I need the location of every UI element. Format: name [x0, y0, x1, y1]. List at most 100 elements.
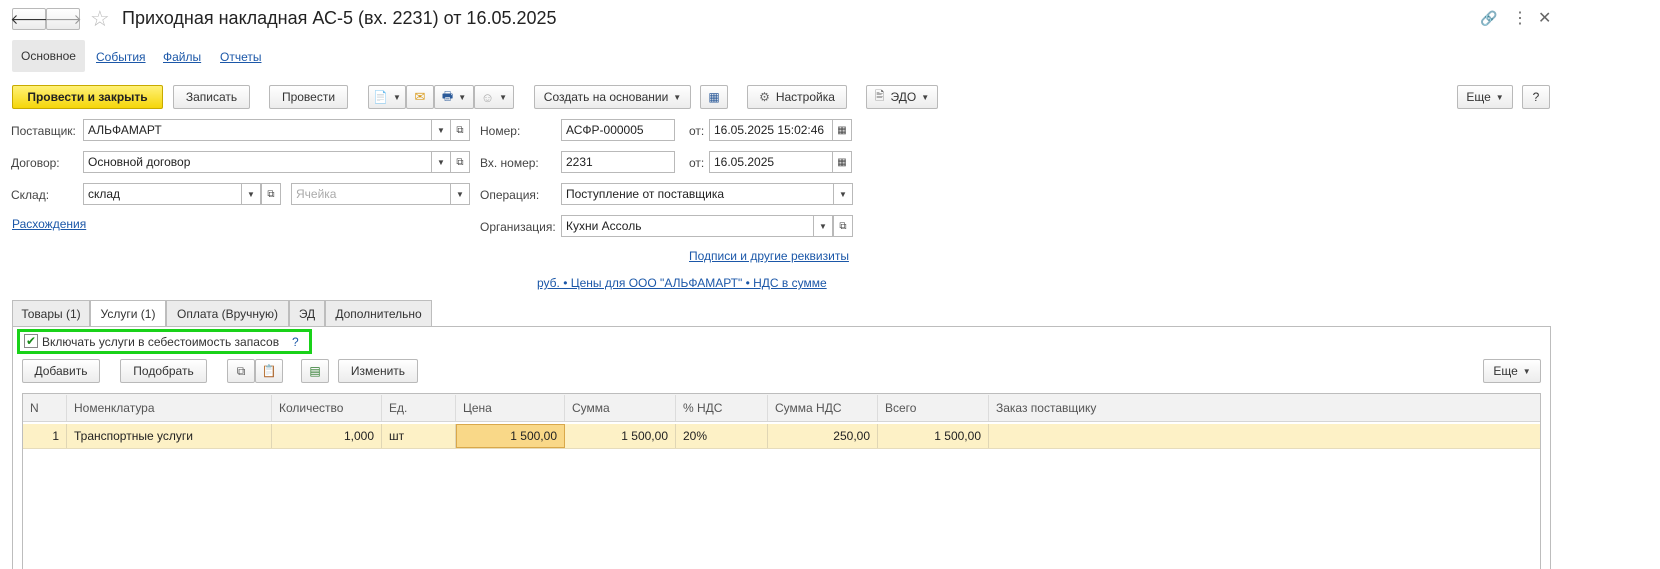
cell-vat-rate[interactable]: 20% [676, 424, 768, 448]
supplier-label: Поставщик: [11, 124, 76, 138]
more-vertical-icon[interactable]: ⋮ [1512, 8, 1528, 28]
in-number-date-field[interactable]: 16.05.2025 [709, 151, 833, 173]
in-number-date-calendar-button[interactable]: ▦ [832, 151, 852, 173]
chevron-down-icon: ▼ [839, 189, 847, 199]
organization-open-button[interactable]: ⧉ [833, 215, 853, 237]
nav-tab-files[interactable]: Файлы [163, 50, 201, 64]
pick-button[interactable]: Подобрать [120, 359, 207, 383]
back-button[interactable]: 🡐 [10, 8, 48, 30]
col-n[interactable]: N [23, 395, 67, 421]
cell-price[interactable]: 1 500,00 [456, 424, 565, 448]
include-services-checkbox[interactable]: ✔ [24, 334, 38, 348]
arrow-left-icon: 🡐 [10, 10, 48, 27]
link-icon[interactable]: 🔗 [1480, 10, 1497, 27]
cell-order[interactable] [989, 424, 1540, 448]
more-button[interactable]: Еще ▼ [1457, 85, 1513, 109]
in-number-field[interactable]: 2231 [561, 151, 675, 173]
paste-button[interactable]: 📋 [255, 359, 283, 383]
document-copy-button[interactable]: 📄 ▼ [368, 85, 406, 109]
email-button[interactable]: ✉ [406, 85, 434, 109]
tab-additional[interactable]: Дополнительно [325, 300, 432, 326]
contract-open-button[interactable]: ⧉ [450, 151, 470, 173]
add-button[interactable]: Добавить [22, 359, 100, 383]
settings-button[interactable]: ⚙ Настройка [747, 85, 847, 109]
supplier-field[interactable]: АЛЬФАМАРТ [83, 119, 432, 141]
cell-qty[interactable]: 1,000 [272, 424, 382, 448]
post-and-close-button[interactable]: Провести и закрыть [12, 85, 163, 109]
include-services-help[interactable]: ? [292, 335, 299, 349]
organization-field[interactable]: Кухни Ассоль [561, 215, 814, 237]
operation-field[interactable]: Поступление от поставщика [561, 183, 834, 205]
edo-button[interactable]: 🖹 ЭДО ▼ [866, 85, 938, 109]
col-sum[interactable]: Сумма [565, 395, 676, 421]
contract-field[interactable]: Основной договор [83, 151, 432, 173]
number-field[interactable]: АСФР-000005 [561, 119, 675, 141]
nav-tab-main[interactable]: Основное [12, 40, 85, 72]
window-title: Приходная накладная АС-5 (вх. 2231) от 1… [122, 8, 557, 28]
save-button[interactable]: Записать [173, 85, 250, 109]
contract-dropdown-button[interactable]: ▼ [431, 151, 451, 173]
organization-dropdown-button[interactable]: ▼ [813, 215, 833, 237]
nav-tab-events[interactable]: События [96, 50, 146, 64]
supplier-open-button[interactable]: ⧉ [450, 119, 470, 141]
col-unit[interactable]: Ед. [382, 395, 456, 421]
status-button[interactable]: ☺ ▼ [474, 85, 514, 109]
post-button[interactable]: Провести [269, 85, 348, 109]
table-more-button[interactable]: Еще ▼ [1483, 359, 1541, 383]
nav-tab-reports[interactable]: Отчеты [220, 50, 261, 64]
cell-unit[interactable]: шт [382, 424, 456, 448]
col-total[interactable]: Всего [878, 395, 989, 421]
number-date-calendar-button[interactable]: ▦ [832, 119, 852, 141]
paste-icon: 📋 [261, 364, 277, 378]
warehouse-dropdown-button[interactable]: ▼ [241, 183, 261, 205]
more-label: Еще [1466, 90, 1491, 104]
supplier-dropdown-button[interactable]: ▼ [431, 119, 451, 141]
copy-button[interactable]: ⧉ [227, 359, 255, 383]
cell-field[interactable]: Ячейка [291, 183, 451, 205]
fill-button[interactable]: ▤ [301, 359, 329, 383]
chevron-down-icon: ▼ [437, 157, 445, 167]
open-window-icon: ⧉ [267, 188, 275, 200]
nav-tab-main-label: Основное [21, 49, 76, 63]
close-icon[interactable]: ✕ [1538, 8, 1551, 28]
operation-dropdown-button[interactable]: ▼ [833, 183, 853, 205]
favorite-star-icon[interactable]: ☆ [90, 6, 110, 32]
signatures-link[interactable]: Подписи и другие реквизиты [689, 249, 849, 263]
chevron-down-icon: ▼ [458, 92, 467, 102]
include-services-label[interactable]: Включать услуги в себестоимость запасов [42, 335, 279, 349]
col-vat-sum[interactable]: Сумма НДС [768, 395, 878, 421]
structure-button[interactable]: ▦ [700, 85, 728, 109]
tab-goods-label: Товары (1) [21, 306, 81, 321]
col-qty[interactable]: Количество [272, 395, 382, 421]
tab-payment[interactable]: Оплата (Вручную) [166, 300, 289, 326]
change-button[interactable]: Изменить [338, 359, 418, 383]
tab-goods[interactable]: Товары (1) [12, 300, 90, 326]
col-price[interactable]: Цена [456, 395, 565, 421]
prices-link[interactable]: руб. • Цены для ООО "АЛЬФАМАРТ" • НДС в … [537, 276, 827, 290]
gear-icon: ⚙ [759, 90, 770, 104]
help-button[interactable]: ? [1522, 85, 1550, 109]
cell-n: 1 [23, 424, 67, 448]
warehouse-field[interactable]: склад [83, 183, 242, 205]
cell-vat-sum[interactable]: 250,00 [768, 424, 878, 448]
open-window-icon: ⧉ [456, 156, 464, 168]
create-based-on-button[interactable]: Создать на основании ▼ [534, 85, 691, 109]
forward-button[interactable]: 🡒 [44, 8, 82, 30]
col-item[interactable]: Номенклатура [67, 395, 272, 421]
col-order[interactable]: Заказ поставщику [989, 395, 1540, 421]
number-label: Номер: [480, 124, 521, 138]
tab-ed[interactable]: ЭД [289, 300, 325, 326]
print-button[interactable]: 🖶 ▼ [434, 85, 474, 109]
structure-icon: ▦ [708, 90, 720, 104]
tab-services[interactable]: Услуги (1) [90, 300, 166, 327]
col-vat-rate[interactable]: % НДС [676, 395, 768, 421]
cell-sum[interactable]: 1 500,00 [565, 424, 676, 448]
warehouse-open-button[interactable]: ⧉ [261, 183, 281, 205]
table-more-label: Еще [1493, 364, 1518, 378]
cell-item[interactable]: Транспортные услуги [67, 424, 272, 448]
cell-total[interactable]: 1 500,00 [878, 424, 989, 448]
cell-dropdown-button[interactable]: ▼ [450, 183, 470, 205]
discrepancies-link[interactable]: Расхождения [12, 217, 86, 231]
number-date-field[interactable]: 16.05.2025 15:02:46 [709, 119, 833, 141]
open-window-icon: ⧉ [456, 124, 464, 136]
